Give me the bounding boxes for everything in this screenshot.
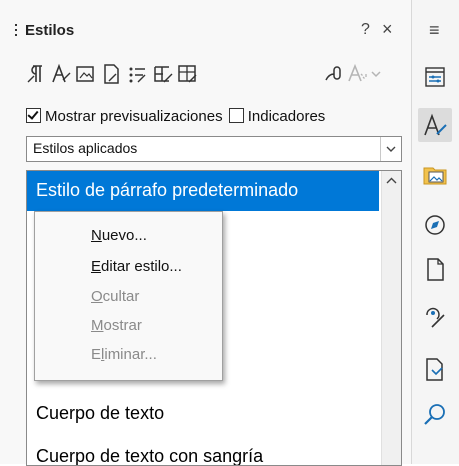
gallery-icon bbox=[423, 167, 447, 185]
list-item-label: Estilo de párrafo predeterminado bbox=[36, 180, 299, 200]
menu-item-show: Mostrar bbox=[91, 317, 142, 334]
character-styles-icon[interactable] bbox=[49, 62, 73, 86]
menu-item-edit-style[interactable]: Editar estilo... bbox=[91, 258, 182, 275]
paragraph-styles-icon[interactable] bbox=[24, 62, 48, 86]
new-style-from-selection-icon[interactable] bbox=[346, 62, 370, 86]
chevron-down-icon bbox=[386, 146, 396, 152]
navigator-icon bbox=[425, 215, 445, 235]
table-styles-icon[interactable] bbox=[152, 62, 176, 86]
manage-changes-button[interactable] bbox=[418, 352, 452, 386]
frame-styles-icon[interactable] bbox=[74, 62, 98, 86]
find-button[interactable] bbox=[418, 398, 452, 432]
close-button[interactable]: × bbox=[382, 19, 393, 40]
page-icon bbox=[427, 258, 444, 281]
list-item-label: Cuerpo de texto con sangría bbox=[36, 446, 264, 466]
menu-item-new[interactable]: Nuevo... bbox=[91, 227, 147, 244]
properties-button[interactable] bbox=[418, 60, 452, 94]
find-icon bbox=[424, 404, 445, 425]
chevron-down-icon[interactable] bbox=[370, 62, 382, 86]
list-item[interactable]: Cuerpo de texto bbox=[27, 394, 379, 434]
style-filter-value: Estilos aplicados bbox=[33, 140, 138, 156]
indicators-checkbox[interactable] bbox=[228, 108, 244, 123]
manage-changes-icon bbox=[426, 358, 443, 381]
indicators-label: Indicadores bbox=[247, 108, 326, 125]
context-menu: Nuevo... Editar estilo... Ocultar Mostra… bbox=[34, 211, 223, 381]
vertical-scrollbar[interactable] bbox=[381, 171, 401, 465]
sidebar-menu-button[interactable]: ≡ bbox=[429, 20, 440, 41]
panel-title: Estilos bbox=[25, 22, 75, 39]
styles-button[interactable] bbox=[418, 108, 452, 142]
page-styles-icon[interactable] bbox=[100, 62, 124, 86]
style-filter-dropdown[interactable]: Estilos aplicados bbox=[26, 136, 402, 162]
list-item[interactable]: Estilo de párrafo predeterminado bbox=[27, 171, 379, 211]
options-row: Mostrar previsualizaciones Indicadores bbox=[26, 108, 325, 125]
styles-icon bbox=[424, 113, 447, 136]
page-button[interactable] bbox=[418, 252, 452, 286]
fill-format-mode-icon[interactable] bbox=[322, 62, 346, 86]
list-item[interactable]: Cuerpo de texto con sangría bbox=[27, 437, 379, 466]
panel-header: Estilos ? × bbox=[0, 0, 411, 56]
style-family-toolbar bbox=[16, 62, 396, 90]
help-button[interactable]: ? bbox=[361, 21, 370, 39]
scroll-up-arrow-icon[interactable] bbox=[382, 171, 401, 191]
gallery-button[interactable] bbox=[418, 158, 452, 192]
menu-item-hide: Ocultar bbox=[91, 288, 140, 305]
navigator-button[interactable] bbox=[418, 208, 452, 242]
drag-grip-icon[interactable] bbox=[15, 24, 17, 38]
style-inspector-button[interactable] bbox=[418, 300, 452, 334]
table-styles-icon[interactable] bbox=[176, 62, 200, 86]
dropdown-button[interactable] bbox=[380, 137, 401, 161]
properties-icon bbox=[425, 67, 445, 87]
style-inspector-icon bbox=[426, 307, 445, 328]
show-previews-label: Mostrar previsualizaciones bbox=[45, 108, 223, 125]
list-item-label: Cuerpo de texto bbox=[36, 403, 165, 423]
list-styles-icon[interactable] bbox=[126, 62, 150, 86]
menu-item-delete: Eliminar... bbox=[91, 346, 157, 363]
styles-panel: Estilos ? × Mostrar previsualizaciones I… bbox=[0, 0, 411, 466]
show-previews-checkbox[interactable] bbox=[26, 108, 41, 123]
sidebar-deck: ≡ bbox=[411, 0, 459, 464]
